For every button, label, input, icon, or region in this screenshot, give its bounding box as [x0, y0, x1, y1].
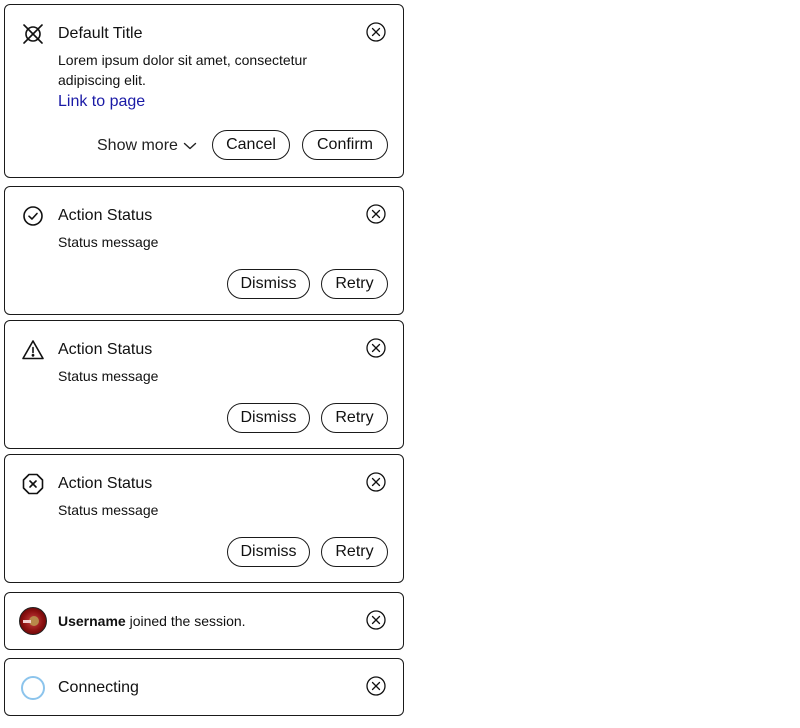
notification-message: Status message: [58, 502, 159, 518]
check-circle-icon: [21, 204, 45, 228]
notification-title: Action Status: [58, 207, 153, 224]
show-more-label: Show more: [97, 137, 178, 154]
close-icon[interactable]: [365, 609, 387, 631]
dismiss-button[interactable]: Dismiss: [227, 537, 310, 567]
notification-message: Status message: [58, 234, 159, 250]
join-message: Username joined the session.: [58, 611, 246, 631]
close-icon[interactable]: [365, 471, 387, 493]
default-notification: Default Title Lorem ipsum dolor sit amet…: [4, 4, 404, 178]
no-symbol-icon: [21, 22, 45, 46]
dismiss-button[interactable]: Dismiss: [227, 403, 310, 433]
notification-title: Default Title: [58, 25, 143, 42]
notification-title: Action Status: [58, 341, 153, 358]
status-notification-error: Action Status Status message Dismiss Ret…: [4, 454, 404, 583]
avatar: [19, 607, 47, 635]
connecting-notification: Connecting: [4, 658, 404, 716]
error-octagon-icon: [21, 472, 45, 496]
notification-title: Action Status: [58, 475, 153, 492]
close-icon[interactable]: [365, 337, 387, 359]
link-to-page[interactable]: Link to page: [58, 92, 145, 112]
retry-button[interactable]: Retry: [321, 537, 388, 567]
warning-triangle-icon: [21, 338, 45, 362]
connecting-title: Connecting: [58, 679, 139, 696]
spinner-icon: [21, 676, 45, 700]
username: Username: [58, 613, 126, 629]
notification-message: Status message: [58, 368, 159, 384]
close-icon[interactable]: [365, 203, 387, 225]
close-icon[interactable]: [365, 21, 387, 43]
retry-button[interactable]: Retry: [321, 269, 388, 299]
cancel-button[interactable]: Cancel: [212, 130, 290, 160]
retry-button[interactable]: Retry: [321, 403, 388, 433]
status-notification-success: Action Status Status message Dismiss Ret…: [4, 186, 404, 315]
join-text: joined the session.: [129, 613, 246, 629]
close-icon[interactable]: [365, 675, 387, 697]
show-more-button[interactable]: Show more: [97, 136, 197, 156]
chevron-down-icon: [183, 142, 197, 149]
join-notification: Username joined the session.: [4, 592, 404, 650]
confirm-button[interactable]: Confirm: [302, 130, 388, 160]
notification-message: Lorem ipsum dolor sit amet, consectetur …: [58, 52, 307, 88]
dismiss-button[interactable]: Dismiss: [227, 269, 310, 299]
status-notification-warning: Action Status Status message Dismiss Ret…: [4, 320, 404, 449]
